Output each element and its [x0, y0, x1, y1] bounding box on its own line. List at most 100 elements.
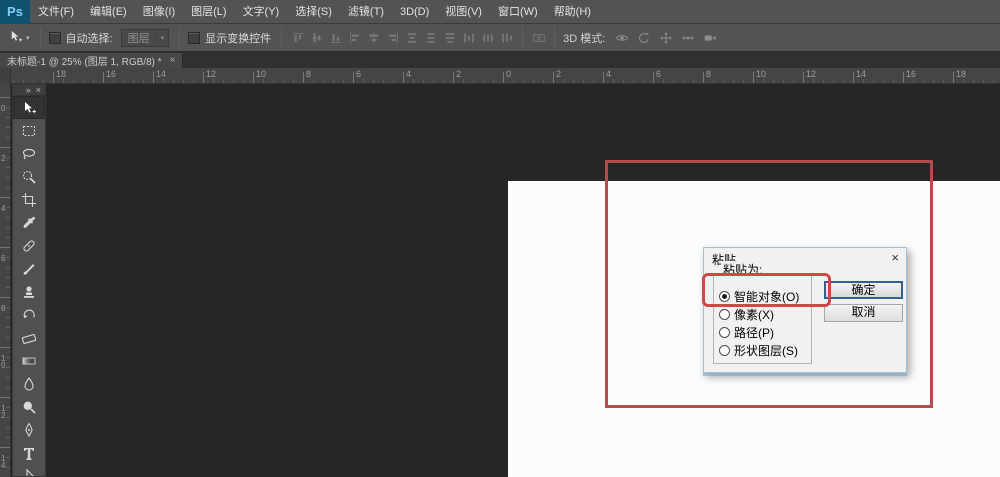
align-horizontal-centers-icon[interactable] — [364, 28, 383, 48]
menu-item-8[interactable]: 视图(V) — [440, 0, 487, 24]
distribute-right-edges-icon[interactable] — [497, 28, 516, 48]
pen-tool[interactable] — [13, 418, 45, 441]
menu-item-1[interactable]: 编辑(E) — [85, 0, 132, 24]
clone-stamp-tool[interactable] — [13, 280, 45, 303]
align-top-edges-icon[interactable] — [288, 28, 307, 48]
3d-scale-icon[interactable] — [699, 28, 721, 48]
separator — [281, 27, 282, 49]
cancel-button[interactable]: 取消 — [824, 304, 903, 322]
align-left-edges-icon[interactable] — [345, 28, 364, 48]
vruler-label: 6 — [1, 255, 9, 262]
menu-item-4[interactable]: 文字(Y) — [238, 0, 285, 24]
vruler-label: 0 — [1, 105, 9, 112]
menu-item-0[interactable]: 文件(F) — [33, 0, 79, 24]
crop-tool[interactable] — [13, 188, 45, 211]
radio-label: 路径(P) — [734, 324, 774, 341]
chevron-down-icon: ▾ — [156, 34, 169, 42]
align-right-edges-icon[interactable] — [383, 28, 402, 48]
hruler-label: 18 — [56, 69, 66, 79]
gradient-tool[interactable] — [13, 349, 45, 372]
hruler-label: 2 — [556, 69, 561, 79]
3d-roll-icon[interactable] — [633, 28, 655, 48]
document-tab-title: 未标题-1 @ 25% (图层 1, RGB/8) * — [7, 53, 162, 68]
history-brush-tool[interactable] — [13, 303, 45, 326]
horizontal-ruler: 1816141210864202468101214161820 — [0, 68, 1000, 84]
rectangular-marquee-tool[interactable] — [13, 119, 45, 142]
eraser-tool[interactable] — [13, 326, 45, 349]
distribute-horizontal-centers-icon[interactable] — [478, 28, 497, 48]
3d-mode-label: 3D 模式: — [563, 30, 605, 46]
tools-panel: » × — [12, 84, 46, 477]
vruler-label: 4 — [1, 205, 9, 212]
distribute-left-edges-icon[interactable] — [459, 28, 478, 48]
hruler-label: 0 — [506, 69, 511, 79]
paste-option-2[interactable]: 路径(P) — [719, 325, 774, 339]
3d-slide-icon[interactable] — [677, 28, 699, 48]
paste-option-3[interactable]: 形状图层(S) — [719, 343, 798, 357]
distribute-top-edges-icon[interactable] — [402, 28, 421, 48]
quick-selection-tool[interactable] — [13, 165, 45, 188]
vruler-label: 2 — [1, 155, 9, 162]
menu-item-5[interactable]: 选择(S) — [290, 0, 337, 24]
hruler-label: 12 — [806, 69, 816, 79]
vruler-label: 14 — [1, 455, 9, 469]
menu-item-10[interactable]: 帮助(H) — [549, 0, 596, 24]
dropdown-value: 图层 — [122, 30, 156, 46]
spot-healing-brush-tool[interactable] — [13, 234, 45, 257]
lasso-tool[interactable] — [13, 142, 45, 165]
ruler-corner — [0, 68, 11, 84]
distribute-bottom-edges-icon[interactable] — [440, 28, 459, 48]
path-selection-tool[interactable] — [13, 464, 45, 477]
photoshop-logo: Ps — [0, 0, 30, 24]
close-icon[interactable]: × — [891, 250, 899, 265]
menu-item-9[interactable]: 窗口(W) — [493, 0, 543, 24]
auto-align-layers-icon[interactable] — [529, 28, 548, 48]
3d-rotate-icon[interactable] — [611, 28, 633, 48]
paste-option-1[interactable]: 像素(X) — [719, 307, 774, 321]
align-vertical-centers-icon[interactable] — [307, 28, 326, 48]
radio-icon[interactable] — [719, 327, 730, 338]
hruler-label: 4 — [606, 69, 611, 79]
hruler-label: 10 — [756, 69, 766, 79]
align-bottom-edges-icon[interactable] — [326, 28, 345, 48]
separator — [179, 27, 180, 49]
separator — [554, 27, 555, 49]
show-transform-label: 显示变换控件 — [205, 30, 271, 46]
close-panel-icon[interactable]: × — [36, 85, 41, 95]
close-icon[interactable]: × — [170, 55, 176, 66]
distribute-vertical-centers-icon[interactable] — [421, 28, 440, 48]
hruler-label: 8 — [306, 69, 311, 79]
ok-button[interactable]: 确定 — [824, 281, 903, 299]
brush-tool[interactable] — [13, 257, 45, 280]
radio-icon[interactable] — [719, 309, 730, 320]
current-tool-preview[interactable]: ▾ — [0, 29, 34, 47]
radio-icon[interactable] — [719, 345, 730, 356]
hruler-label: 16 — [906, 69, 916, 79]
type-tool[interactable] — [13, 441, 45, 464]
separator — [40, 27, 41, 49]
align-buttons-group — [288, 28, 516, 48]
move-tool[interactable] — [13, 96, 45, 119]
blur-tool[interactable] — [13, 372, 45, 395]
menu-bar: Ps 文件(F)编辑(E)图像(I)图层(L) 文字(Y)选择(S)滤镜(T)3D… — [0, 0, 1000, 24]
eyedropper-tool[interactable] — [13, 211, 45, 234]
menu-item-7[interactable]: 3D(D) — [395, 0, 434, 24]
collapse-panel-icon[interactable]: » — [26, 85, 31, 95]
auto-select-checkbox[interactable] — [49, 32, 61, 44]
document-tab[interactable]: 未标题-1 @ 25% (图层 1, RGB/8) * × — [0, 53, 183, 69]
menu-items: 文件(F)编辑(E)图像(I)图层(L) 文字(Y)选择(S)滤镜(T)3D(D)… — [30, 0, 599, 24]
menu-item-3[interactable]: 图层(L) — [186, 0, 231, 24]
menu-item-6[interactable]: 滤镜(T) — [343, 0, 389, 24]
dodge-tool[interactable] — [13, 395, 45, 418]
hruler-label: 16 — [106, 69, 116, 79]
vruler-label: 10 — [1, 355, 9, 369]
3d-drag-icon[interactable] — [655, 28, 677, 48]
hruler-label: 2 — [456, 69, 461, 79]
hruler-label: 8 — [706, 69, 711, 79]
separator — [522, 27, 523, 49]
hruler-label: 10 — [256, 69, 266, 79]
show-transform-checkbox[interactable] — [188, 32, 200, 44]
hruler-label: 12 — [206, 69, 216, 79]
auto-select-target-dropdown[interactable]: 图层 ▾ — [121, 29, 170, 47]
menu-item-2[interactable]: 图像(I) — [138, 0, 180, 24]
